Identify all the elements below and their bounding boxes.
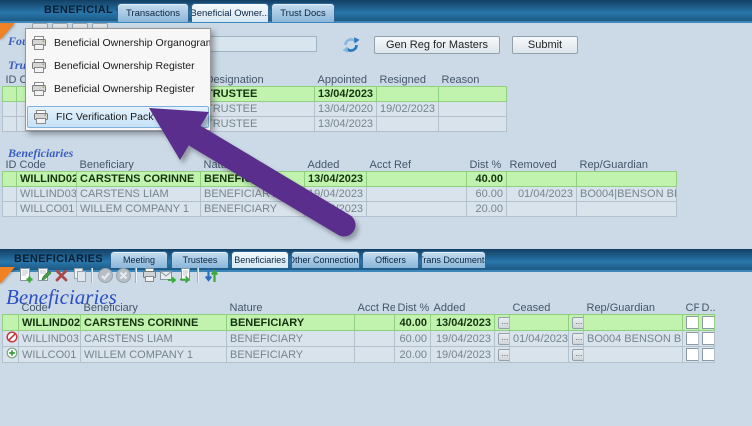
d-checkbox[interactable] — [702, 332, 715, 345]
ceased-lookup-button[interactable]: ... — [572, 317, 584, 329]
accept-icon[interactable] — [96, 267, 114, 284]
added-lookup-button[interactable]: ... — [498, 317, 510, 329]
printer-icon — [33, 110, 49, 124]
beneficiaries-header-row: ID Code Beneficiary Nature Added Acct Re… — [3, 159, 677, 172]
ceased-icon — [6, 331, 18, 343]
trustees-section-label: Tru — [8, 58, 26, 73]
menu-item-beneficial-ownership-organogram[interactable]: Beneficial Ownership Organogram — [26, 31, 210, 54]
cp-checkbox[interactable] — [686, 332, 699, 345]
top-search-input[interactable] — [210, 36, 317, 52]
d-checkbox[interactable] — [702, 348, 715, 361]
added-lookup-button[interactable]: ... — [498, 333, 510, 345]
add-record-icon[interactable] — [16, 267, 34, 284]
toolbar-separator — [197, 268, 199, 283]
cp-checkbox[interactable] — [686, 316, 699, 329]
sort-icon[interactable] — [202, 267, 220, 284]
bottom-toolbar — [16, 267, 220, 284]
tab-trustees[interactable]: Trustees — [171, 251, 229, 268]
tab-transactions[interactable]: Transactions — [117, 3, 189, 22]
beneficiary-row[interactable]: WILLCO01 WILLEM COMPANY 1 BENEFICIARY 19… — [3, 202, 677, 217]
copy-record-icon[interactable] — [70, 267, 88, 284]
printer-icon — [31, 36, 47, 50]
bottom-header-row: Code Beneficiary Nature Acct Ref Dist % … — [3, 302, 715, 315]
menu-item-beneficial-ownership-register-2[interactable]: Beneficial Ownership Register — [26, 77, 210, 100]
top-beneficiaries-table: ID Code Beneficiary Nature Added Acct Re… — [2, 159, 677, 217]
beneficiary-row[interactable]: WILLIND03 CARSTENS LIAM BENEFICIARY 60.0… — [3, 331, 715, 347]
gen-reg-for-masters-button[interactable]: Gen Reg for Masters — [374, 36, 500, 54]
printer-icon — [31, 82, 47, 96]
bottom-beneficiaries-table: Code Beneficiary Nature Acct Ref Dist % … — [2, 302, 715, 363]
menu-item-fic-verification-pack[interactable]: FIC Verification Pack — [27, 106, 209, 128]
delete-record-icon[interactable] — [52, 267, 70, 284]
tab-trust-docs[interactable]: Trust Docs — [271, 3, 335, 22]
tab-beneficial-owner[interactable]: Beneficial Owner... — [191, 3, 269, 22]
tab-officers[interactable]: Officers — [362, 251, 419, 268]
added-lookup-button[interactable]: ... — [498, 349, 510, 361]
submit-button[interactable]: Submit — [512, 36, 578, 54]
doc-export-icon[interactable] — [176, 267, 194, 284]
menu-item-beneficial-ownership-register-1[interactable]: Beneficial Ownership Register — [26, 54, 210, 77]
print-icon[interactable] — [140, 267, 158, 284]
ceased-lookup-button[interactable]: ... — [572, 333, 584, 345]
ceased-lookup-button[interactable]: ... — [572, 349, 584, 361]
printer-icon — [31, 59, 47, 73]
cancel-icon[interactable] — [114, 267, 132, 284]
tab-meeting[interactable]: Meeting — [110, 251, 168, 268]
tab-trans-documents[interactable]: Trans Documents — [421, 251, 486, 268]
bottom-panel-title: BENEFICIARIES — [14, 253, 103, 265]
beneficiary-row[interactable]: WILLCO01 WILLEM COMPANY 1 BENEFICIARY 20… — [3, 347, 715, 363]
beneficiary-row[interactable]: WILLIND02 CARSTENS CORINNE BENEFICIARY 4… — [3, 315, 715, 331]
email-export-icon[interactable] — [158, 267, 176, 284]
tab-other-connections[interactable]: Other Connections — [291, 251, 360, 268]
beneficiary-row[interactable]: WILLIND03 CARSTENS LIAM BENEFICIARY 19/0… — [3, 187, 677, 202]
added-icon — [6, 347, 18, 359]
edit-record-icon[interactable] — [34, 267, 52, 284]
toolbar-separator — [91, 268, 93, 283]
cp-checkbox[interactable] — [686, 348, 699, 361]
beneficiary-row[interactable]: WILLIND02 CARSTENS CORINNE BENEFICIARY 1… — [3, 172, 677, 187]
d-checkbox[interactable] — [702, 316, 715, 329]
print-context-menu: Beneficial Ownership Organogram Benefici… — [25, 28, 211, 131]
tab-beneficiaries[interactable]: Beneficiaries — [231, 251, 289, 268]
refresh-icon[interactable] — [341, 35, 361, 55]
orange-corner-icon — [0, 267, 15, 284]
app: BENEFICIAL OWNER... Transactions Benefic… — [0, 0, 752, 426]
toolbar-separator — [135, 268, 137, 283]
top-title-bar: BENEFICIAL OWNER... — [0, 0, 752, 23]
